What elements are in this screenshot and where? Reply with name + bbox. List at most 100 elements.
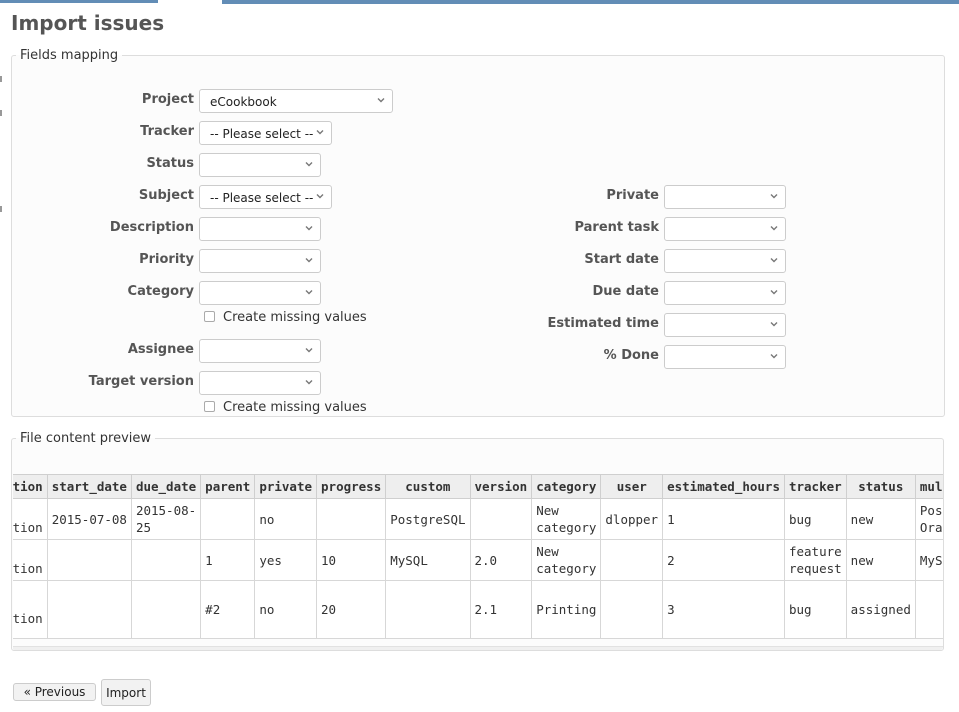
table-cell: MyS <box>914 539 943 581</box>
table-cell: Printing <box>531 580 602 639</box>
table-cell: 2015-08-25 <box>130 498 202 540</box>
field-label-subject: Subject <box>138 188 194 203</box>
select-value: -- Please select -- <box>210 191 314 205</box>
chevron-down-icon <box>305 290 313 295</box>
column-header: progress <box>316 474 387 499</box>
table-header-row: ription start_date due_date parent priva… <box>13 474 943 499</box>
table-cell: no <box>254 498 318 540</box>
checkbox-icon[interactable] <box>204 311 215 322</box>
parent-task-select[interactable] <box>664 217 786 241</box>
table-cell <box>600 580 664 639</box>
field-label-due-date: Due date <box>592 284 660 299</box>
table-cell <box>130 539 202 581</box>
file-content-preview-legend: File content preview <box>20 431 152 446</box>
status-select[interactable] <box>199 153 321 177</box>
chevron-down-icon <box>305 162 313 167</box>
column-header: mul <box>914 474 943 499</box>
table-cell: 2015-07-08 <box>46 498 132 540</box>
checkbox-label: Create missing values <box>223 310 367 325</box>
table-cell: 20 <box>316 580 387 639</box>
column-header: status <box>845 474 916 499</box>
column-header: estimated_hours <box>662 474 785 499</box>
table-cell: 2.0 <box>469 539 533 581</box>
table-cell: new <box>845 539 916 581</box>
select-value: eCookbook <box>210 95 277 109</box>
chevron-down-icon <box>305 380 313 385</box>
chevron-down-icon <box>770 322 778 327</box>
fields-mapping-fieldset: Fields mapping Project eCookbook Tracker… <box>11 48 945 417</box>
start-date-select[interactable] <box>664 249 786 273</box>
table-cell: bug <box>783 580 847 639</box>
preview-table: ription start_date due_date parent priva… <box>13 474 943 639</box>
column-header: version <box>469 474 533 499</box>
table-cell: #2 <box>200 580 256 639</box>
column-header: due_date <box>130 474 202 499</box>
project-select[interactable]: eCookbook <box>199 89 393 113</box>
target-version-select[interactable] <box>199 371 321 395</box>
column-header: ription <box>13 474 48 499</box>
field-label-tracker: Tracker <box>140 124 194 139</box>
table-cell <box>200 498 256 540</box>
horizontal-scrollbar[interactable] <box>13 646 943 650</box>
column-header: category <box>531 474 602 499</box>
table-cell: d ription <box>13 539 48 581</box>
done-ratio-select[interactable] <box>664 345 786 369</box>
private-select[interactable] <box>664 185 786 209</box>
chevron-down-icon <box>770 290 778 295</box>
table-cell: dlopper <box>600 498 664 540</box>
preview-table-viewport[interactable]: ription start_date due_date parent priva… <box>13 474 943 639</box>
column-header: tracker <box>783 474 847 499</box>
table-cell: 1 <box>662 498 785 540</box>
chevron-down-icon <box>305 348 313 353</box>
table-cell: d ription <box>13 580 48 639</box>
table-cell <box>600 539 664 581</box>
chevron-down-icon <box>316 194 324 199</box>
table-cell: no <box>254 580 318 639</box>
table-row: d ription #2 no 20 2.1 Printing 3 bug as… <box>13 580 943 639</box>
table-cell: feature request <box>783 539 847 581</box>
top-accent-bar-left <box>0 0 158 3</box>
table-cell <box>469 498 533 540</box>
subject-select[interactable]: -- Please select -- <box>199 185 332 209</box>
field-label-status: Status <box>146 156 194 171</box>
table-cell <box>130 580 202 639</box>
chevron-down-icon <box>305 226 313 231</box>
table-row: t ription 2015-07-08 2015-08-25 no Postg… <box>13 498 943 540</box>
table-cell: 10 <box>316 539 387 581</box>
estimated-time-select[interactable] <box>664 313 786 337</box>
edge-marker <box>0 110 2 116</box>
field-label-priority: Priority <box>139 252 194 267</box>
table-cell: yes <box>254 539 318 581</box>
assignee-select[interactable] <box>199 339 321 363</box>
table-cell: bug <box>783 498 847 540</box>
create-missing-categories-option[interactable]: Create missing values <box>204 310 367 325</box>
table-cell: 2.1 <box>469 580 533 639</box>
table-cell <box>316 498 387 540</box>
table-cell: assigned <box>845 580 916 639</box>
description-select[interactable] <box>199 217 321 241</box>
category-select[interactable] <box>199 281 321 305</box>
create-missing-versions-option[interactable]: Create missing values <box>204 400 367 415</box>
field-label-done-ratio: % Done <box>603 348 659 363</box>
field-label-assignee: Assignee <box>127 342 194 357</box>
checkbox-label: Create missing values <box>223 400 367 415</box>
previous-button[interactable]: « Previous <box>13 683 96 701</box>
field-label-target-version: Target version <box>88 374 194 389</box>
tracker-select[interactable]: -- Please select -- <box>199 121 332 145</box>
table-cell: New category <box>531 539 602 581</box>
table-cell: MySQL <box>385 539 471 581</box>
table-cell <box>46 580 132 639</box>
field-label-start-date: Start date <box>584 252 659 267</box>
field-label-category: Category <box>127 284 194 299</box>
edge-marker <box>0 206 2 212</box>
column-header: user <box>600 474 664 499</box>
due-date-select[interactable] <box>664 281 786 305</box>
field-label-private: Private <box>606 188 659 203</box>
top-accent-bar-right <box>222 0 959 4</box>
priority-select[interactable] <box>199 249 321 273</box>
page-title: Import issues <box>11 11 165 35</box>
checkbox-icon[interactable] <box>204 401 215 412</box>
table-cell: new <box>845 498 916 540</box>
table-row: d ription 1 yes 10 MySQL 2.0 New categor… <box>13 539 943 581</box>
import-button[interactable]: Import <box>101 679 151 706</box>
